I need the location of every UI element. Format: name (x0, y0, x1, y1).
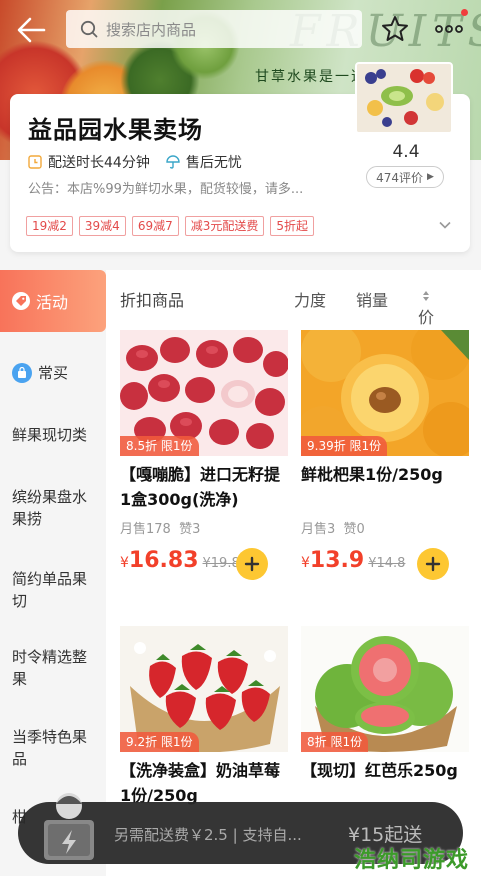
favorite-button[interactable] (380, 14, 410, 44)
plus-icon (244, 556, 260, 572)
shop-notice[interactable]: 公告：本店%99为鲜切水果，配货较慢，请多... (28, 178, 348, 197)
promo-tag: 69减7 (131, 216, 179, 236)
star-icon (382, 16, 408, 41)
likes: 赞0 (343, 522, 365, 537)
plus-icon (425, 556, 441, 572)
cart-icon[interactable] (38, 788, 100, 864)
category-sidebar: 活动 常买 鲜果现切类 缤纷果盘水果捞 简约单品果切 时令精选整果 当季特色果品… (0, 270, 106, 876)
shop-meta: 配送时长44分钟 售后无忧 (28, 152, 242, 172)
likes: 赞3 (179, 522, 201, 537)
product-price: ¥ 13.9 ¥14.8 (301, 548, 405, 573)
product-name: 【嘎嘣脆】进口无籽提1盒300g(洗净) (120, 465, 281, 509)
sidebar-item-label: 简约单品果切 (12, 570, 88, 610)
shop-logo (355, 62, 453, 134)
promo-tag: 减3元配送费 (184, 216, 265, 236)
original-price: ¥14.8 (368, 556, 406, 571)
more-dots-icon (435, 25, 463, 33)
notification-dot (461, 9, 468, 16)
tag-icon (12, 292, 30, 310)
sidebar-item-label: 缤纷果盘水果捞 (12, 488, 88, 528)
product-sales: 月售178 赞3 (120, 518, 200, 537)
product-name: 鲜枇杷果1份/250g (301, 465, 443, 484)
sort-strength[interactable]: 力度 (294, 287, 326, 311)
bag-icon (12, 363, 32, 383)
after-sales: 售后无忧 (185, 155, 242, 171)
promo-tag: 19减2 (26, 216, 73, 236)
product-image[interactable]: 8.5折 限1份 (120, 330, 288, 456)
shop-name: 益品园水果卖场 (28, 116, 203, 144)
product-name: 【洗净装盒】奶油草莓1份/250g (120, 761, 281, 805)
sidebar-item-single-cut[interactable]: 简约单品果切 (12, 568, 98, 612)
site-watermark: 浩纳司游戏网 (354, 848, 470, 873)
sidebar-item-seasonal-whole[interactable]: 时令精选整果 (12, 646, 98, 690)
sidebar-item-label: 活动 (36, 293, 69, 312)
original-price: ¥19.8 (202, 556, 240, 571)
section-title: 折扣商品 (120, 291, 185, 310)
promo-tags: 19减2 39减4 69减7 减3元配送费 5折起 (26, 216, 320, 236)
sidebar-item-label: 常买 (38, 364, 69, 382)
sidebar-item-label: 当季特色果品 (12, 728, 88, 768)
sort-sales[interactable]: 销量 (356, 287, 388, 311)
monthly-sales: 月售3 (301, 522, 336, 537)
back-arrow-icon (17, 17, 46, 43)
back-button[interactable] (14, 14, 50, 46)
reviews-button[interactable]: 474评价 ▶ (366, 166, 444, 188)
promo-tag: 39减4 (78, 216, 126, 236)
sidebar-item-label: 鲜果现切类 (12, 426, 88, 444)
discount-badge: 9.2折 限1份 (120, 732, 199, 752)
umbrella-icon (166, 155, 180, 169)
search-input[interactable]: 搜索店内商品 (66, 10, 362, 48)
discount-badge: 9.39折 限1份 (301, 436, 388, 456)
product-image[interactable]: 9.39折 限1份 (301, 330, 469, 456)
add-to-cart-button[interactable] (236, 548, 268, 580)
more-button[interactable] (432, 14, 466, 44)
clock-icon (28, 155, 42, 169)
promo-tag: 5折起 (270, 216, 314, 236)
product-price: ¥ 16.83 ¥19.8 (120, 548, 240, 573)
discount-badge: 8折 限1份 (301, 732, 369, 752)
product-image[interactable]: 9.2折 限1份 (120, 626, 288, 752)
shop-info-card: 益品园水果卖场 配送时长44分钟 售后无忧 公告：本店%99为鲜切水果，配货较慢… (10, 62, 470, 252)
sidebar-item-label: 时令精选整果 (12, 648, 88, 688)
chevron-down-icon[interactable] (438, 218, 452, 232)
delivery-time: 配送时长44分钟 (48, 155, 150, 171)
shop-rating: 4.4 (392, 142, 420, 162)
sidebar-item-special[interactable]: 当季特色果品 (12, 726, 98, 770)
currency-symbol: ¥ (120, 555, 129, 571)
chevron-right-icon: ▶ (426, 172, 434, 182)
current-price: 16.83 (128, 548, 199, 573)
currency-symbol: ¥ (301, 555, 310, 571)
search-icon (80, 20, 98, 38)
sort-bar: 折扣商品 力度 销量 价格 (106, 270, 481, 351)
reviews-label: 474评价 (376, 170, 423, 185)
sort-arrows-icon (423, 291, 429, 301)
sidebar-item-frequent[interactable]: 常买 (12, 362, 98, 384)
product-sales: 月售3 赞0 (301, 518, 365, 537)
discount-badge: 8.5折 限1份 (120, 436, 199, 456)
sidebar-item-fresh-cut[interactable]: 鲜果现切类 (12, 424, 98, 446)
add-to-cart-button[interactable] (417, 548, 449, 580)
sidebar-item-fruit-platter[interactable]: 缤纷果盘水果捞 (12, 486, 98, 530)
search-placeholder: 搜索店内商品 (106, 20, 197, 39)
sidebar-item-activity[interactable]: 活动 (0, 270, 106, 332)
product-image[interactable]: 8折 限1份 (301, 626, 469, 752)
product-name: 【现切】红芭乐250g (301, 761, 458, 780)
monthly-sales: 月售178 (120, 522, 171, 537)
current-price: 13.9 (309, 548, 365, 573)
cart-message: 另需配送费￥2.5 | 支持自... (114, 826, 302, 844)
product-list: 折扣商品 力度 销量 价格 8.5折 限1份 【嘎 (106, 270, 481, 876)
sort-price[interactable]: 价格 (418, 287, 434, 351)
